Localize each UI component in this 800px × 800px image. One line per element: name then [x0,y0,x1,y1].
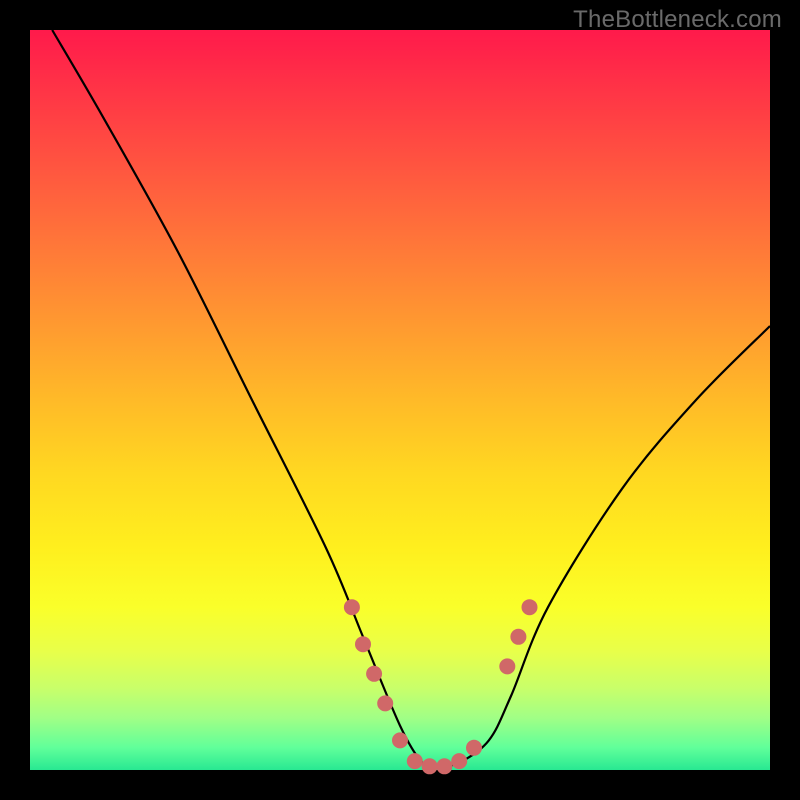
curve-marker [436,758,452,774]
curve-marker [510,629,526,645]
curve-marker [422,758,438,774]
curve-marker [522,599,538,615]
curve-svg [30,30,770,770]
curve-marker [392,732,408,748]
curve-markers [344,599,538,774]
curve-marker [366,666,382,682]
curve-marker [466,740,482,756]
curve-marker [344,599,360,615]
chart-frame: TheBottleneck.com [0,0,800,800]
curve-marker [407,753,423,769]
curve-marker [499,658,515,674]
bottleneck-curve [52,30,770,767]
curve-marker [451,753,467,769]
curve-marker [377,695,393,711]
curve-marker [355,636,371,652]
plot-area [30,30,770,770]
